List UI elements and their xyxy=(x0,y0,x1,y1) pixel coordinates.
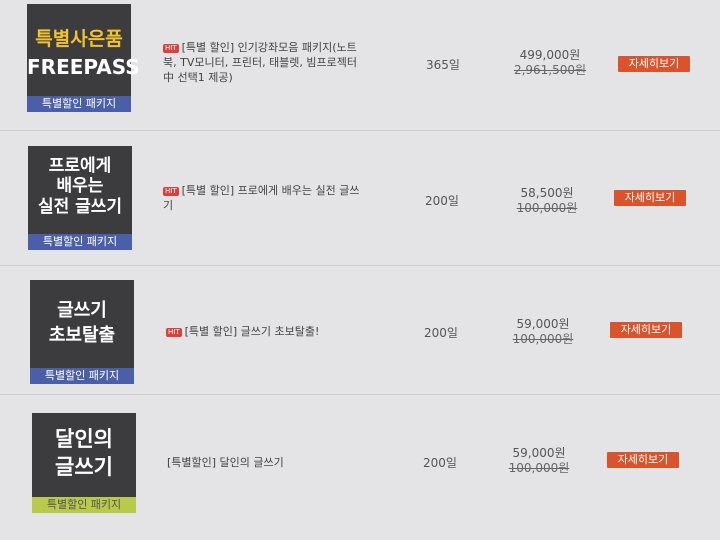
sale-price: 58,500원 xyxy=(520,186,574,200)
thumbnail-title: 프로에게 배우는 실전 글쓰기 xyxy=(28,156,132,217)
title-text: 북, TV모니터, 프린터, 태블렛, 빔프로젝터 xyxy=(163,56,358,69)
original-price: 100,000원 xyxy=(512,332,574,346)
product-title[interactable]: [특별할인] 달인의 글쓰기 xyxy=(167,455,284,470)
thumbnail-title-line: 글쓰기 xyxy=(55,455,113,480)
product-thumbnail[interactable]: 달인의 글쓰기 특별할인 패키지 xyxy=(32,413,136,513)
detail-button[interactable]: 자세히보기 xyxy=(618,56,690,72)
product-title[interactable]: HIT [특별 할인] 인기강좌모음 패키지(노트 북, TV모니터, 프린터, … xyxy=(163,40,357,85)
thumbnail-title-line: 배우는 xyxy=(56,176,104,197)
detail-button[interactable]: 자세히보기 xyxy=(614,190,686,206)
list-item: 글쓰기 초보탈출 특별할인 패키지 HIT [특별 할인] 글쓰기 초보탈출! 2… xyxy=(0,266,720,395)
thumbnail-title-line: 실전 글쓰기 xyxy=(37,196,123,217)
original-price: 100,000원 xyxy=(508,461,570,475)
product-thumbnail[interactable]: 프로에게 배우는 실전 글쓰기 특별할인 패키지 xyxy=(28,146,132,250)
thumbnail-band: 특별할인 패키지 xyxy=(27,96,131,112)
list-item: 달인의 글쓰기 특별할인 패키지 [특별할인] 달인의 글쓰기 200일 59,… xyxy=(0,395,720,540)
product-title[interactable]: HIT [특별 할인] 글쓰기 초보탈출! xyxy=(166,324,319,339)
thumbnail-title: 글쓰기 초보탈출 xyxy=(30,300,134,346)
price-block: 59,000원 100,000원 xyxy=(494,446,584,476)
thumbnail-title-line: 초보탈출 xyxy=(48,324,116,346)
price-block: 499,000원 2,961,500원 xyxy=(505,48,595,78)
price-block: 58,500원 100,000원 xyxy=(502,186,592,216)
title-text: [특별할인] 달인의 글쓰기 xyxy=(167,456,284,469)
sale-price: 59,000원 xyxy=(512,446,566,460)
detail-button[interactable]: 자세히보기 xyxy=(610,322,682,338)
thumbnail-band: 특별할인 패키지 xyxy=(32,497,136,513)
thumbnail-band: 특별할인 패키지 xyxy=(30,368,134,384)
list-item: 프로에게 배우는 실전 글쓰기 특별할인 패키지 HIT [특별 할인] 프로에게… xyxy=(0,131,720,266)
period-text: 200일 xyxy=(425,194,459,208)
hit-badge: HIT xyxy=(166,328,182,337)
thumbnail-band: 특별할인 패키지 xyxy=(28,234,132,250)
title-text: [특별 할인] 글쓰기 초보탈출! xyxy=(184,325,320,338)
title-line: HIT [특별 할인] 글쓰기 초보탈출! xyxy=(166,324,319,339)
thumbnail-title-line: 글쓰기 xyxy=(57,300,107,321)
product-list: 특별사은품 FREEPASS 특별할인 패키지 HIT [특별 할인] 인기강좌모… xyxy=(0,0,720,540)
hit-badge: HIT xyxy=(163,44,179,53)
period-text: 200일 xyxy=(423,456,457,470)
price-block: 59,000원 100,000원 xyxy=(498,317,588,347)
original-price: 2,961,500원 xyxy=(513,63,587,77)
thumbnail-title-line: FREEPASS xyxy=(27,54,140,79)
title-text: [특별 할인] 인기강좌모음 패키지(노트 xyxy=(181,41,357,54)
sale-price: 499,000원 xyxy=(519,48,581,62)
title-line: HIT [특별 할인] 프로에게 배우는 실전 글쓰 xyxy=(163,183,359,198)
detail-button[interactable]: 자세히보기 xyxy=(607,452,679,468)
product-thumbnail[interactable]: 글쓰기 초보탈출 특별할인 패키지 xyxy=(30,280,134,384)
product-title[interactable]: HIT [특별 할인] 프로에게 배우는 실전 글쓰 기 xyxy=(163,183,359,213)
product-thumbnail[interactable]: 특별사은품 FREEPASS 특별할인 패키지 xyxy=(27,4,140,112)
thumbnail-title-line: 달인의 xyxy=(55,427,113,451)
title-line: HIT [특별 할인] 인기강좌모음 패키지(노트 xyxy=(163,40,357,55)
period-text: 200일 xyxy=(424,326,458,340)
thumbnail-title: 특별사은품 FREEPASS xyxy=(27,28,140,79)
thumbnail-title-line: 프로에게 xyxy=(48,156,112,176)
list-item: 특별사은품 FREEPASS 특별할인 패키지 HIT [특별 할인] 인기강좌모… xyxy=(0,0,720,131)
sale-price: 59,000원 xyxy=(516,317,570,331)
hit-badge: HIT xyxy=(163,187,179,196)
original-price: 100,000원 xyxy=(516,201,578,215)
thumbnail-title: 달인의 글쓰기 xyxy=(32,427,136,480)
title-text: 中 선택1 제공) xyxy=(163,71,233,84)
title-text: [특별 할인] 프로에게 배우는 실전 글쓰 xyxy=(181,184,360,197)
thumbnail-title-line: 특별사은품 xyxy=(35,28,123,50)
period-text: 365일 xyxy=(426,58,460,72)
title-text: 기 xyxy=(163,199,174,212)
